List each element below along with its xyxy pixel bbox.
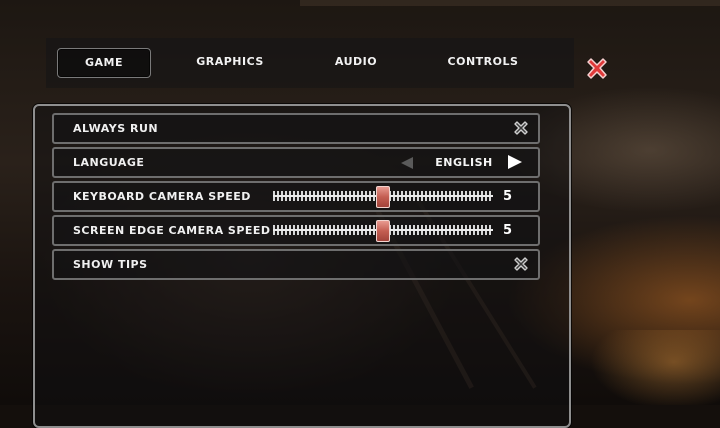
- tab-audio[interactable]: AUDIO: [306, 48, 406, 76]
- show-tips-label: SHOW TIPS: [73, 258, 148, 271]
- background-beam: [300, 0, 720, 6]
- settings-tab-bar: GAME GRAPHICS AUDIO CONTROLS: [46, 38, 574, 88]
- language-value: ENGLISH: [435, 156, 493, 169]
- unchecked-x-icon: [514, 121, 528, 135]
- screen-edge-camera-speed-label: SCREEN EDGE CAMERA SPEED: [73, 224, 271, 237]
- tab-controls[interactable]: CONTROLS: [433, 48, 533, 76]
- close-button[interactable]: [584, 56, 610, 82]
- setting-row-show-tips: SHOW TIPS: [52, 249, 540, 280]
- show-tips-checkbox[interactable]: [512, 255, 530, 273]
- slider-handle[interactable]: [376, 220, 390, 242]
- keyboard-camera-speed-slider[interactable]: [273, 186, 493, 208]
- setting-row-screen-edge-camera-speed: SCREEN EDGE CAMERA SPEED 5: [52, 215, 540, 246]
- keyboard-camera-speed-label: KEYBOARD CAMERA SPEED: [73, 190, 251, 203]
- always-run-checkbox[interactable]: [512, 119, 530, 137]
- game-settings-panel: ALWAYS RUN LANGUAGE ENGLISH KEYBOARD CAM…: [33, 104, 571, 428]
- screen-edge-camera-speed-value: 5: [503, 223, 513, 238]
- tab-graphics[interactable]: GRAPHICS: [180, 48, 280, 76]
- setting-row-language: LANGUAGE ENGLISH: [52, 147, 540, 178]
- close-x-icon: [587, 58, 607, 79]
- tab-game[interactable]: GAME: [57, 48, 151, 78]
- unchecked-x-icon: [514, 257, 528, 271]
- background-glow: [590, 330, 720, 405]
- arrow-right-icon: [508, 155, 522, 169]
- setting-row-keyboard-camera-speed: KEYBOARD CAMERA SPEED 5: [52, 181, 540, 212]
- keyboard-camera-speed-value: 5: [503, 189, 513, 204]
- arrow-left-icon: [401, 157, 413, 169]
- slider-handle[interactable]: [376, 186, 390, 208]
- screen-edge-camera-speed-slider[interactable]: [273, 220, 493, 242]
- always-run-label: ALWAYS RUN: [73, 122, 159, 135]
- language-label: LANGUAGE: [73, 156, 145, 169]
- language-prev-button[interactable]: [399, 155, 415, 169]
- language-next-button[interactable]: [506, 154, 524, 170]
- setting-row-always-run: ALWAYS RUN: [52, 113, 540, 144]
